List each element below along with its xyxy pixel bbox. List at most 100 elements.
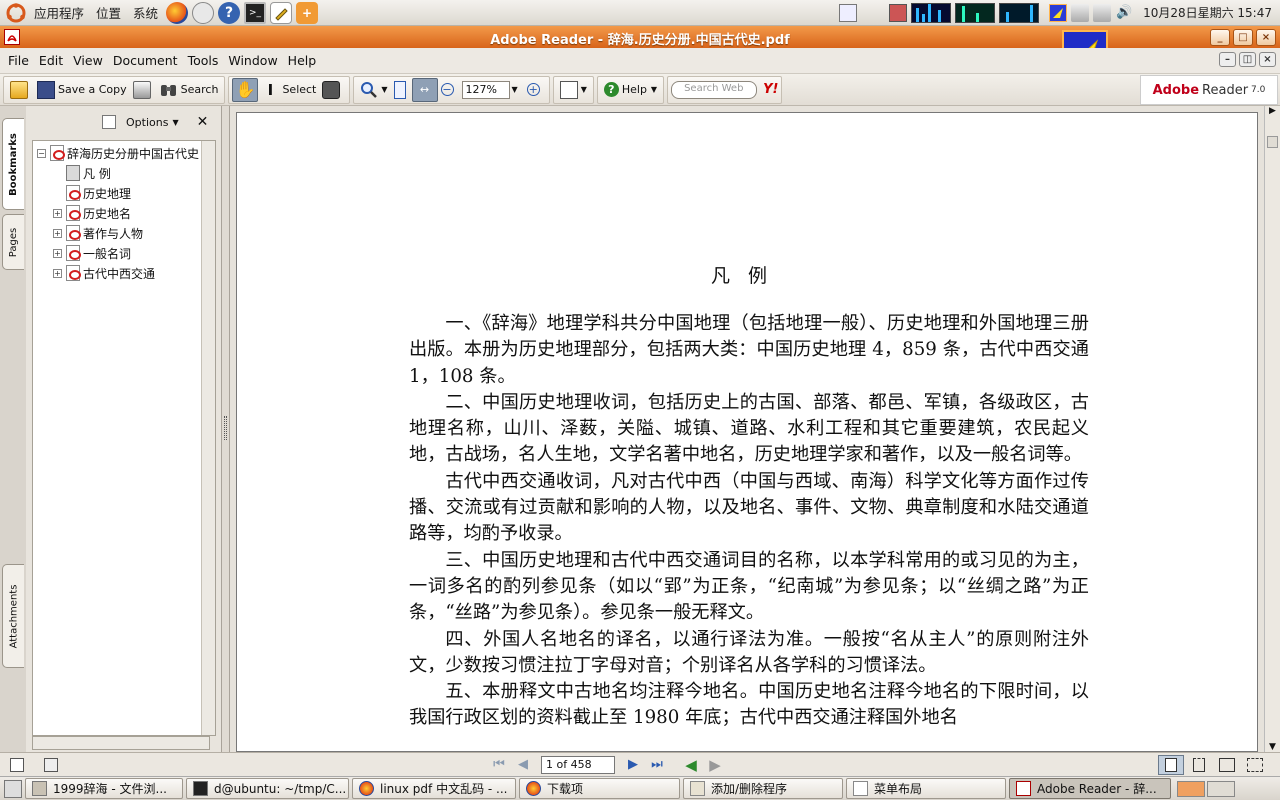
menu-edit[interactable]: Edit bbox=[34, 48, 68, 74]
scroll-down-arrow-icon[interactable]: ▼ bbox=[1265, 742, 1280, 752]
acrobat-tray-icon[interactable] bbox=[1049, 3, 1068, 22]
printer-queue-icon[interactable] bbox=[1093, 3, 1112, 22]
bookmark-item-fanli[interactable]: 凡 例 bbox=[66, 163, 111, 183]
first-page-button[interactable]: ⏮ bbox=[489, 756, 509, 774]
workspace-2-switcher[interactable] bbox=[1207, 780, 1235, 797]
camera-icon bbox=[322, 80, 341, 99]
expand-expander-icon[interactable]: + bbox=[53, 228, 62, 238]
yahoo-search-button[interactable]: Y! bbox=[763, 82, 778, 97]
applications-menu[interactable]: 应用程序 bbox=[28, 0, 90, 26]
bookmark-options-icon[interactable] bbox=[102, 115, 116, 129]
tab-pages-label: Pages bbox=[8, 227, 20, 257]
places-menu[interactable]: 位置 bbox=[90, 0, 127, 26]
workspace-icon[interactable] bbox=[839, 3, 858, 22]
fit-page-button[interactable] bbox=[391, 78, 412, 102]
menu-document[interactable]: Document bbox=[108, 48, 183, 74]
taskbar-item-downloads[interactable]: 下载项 bbox=[519, 778, 680, 799]
doc-close-button[interactable]: × bbox=[1259, 52, 1276, 67]
scroll-up-arrow-icon[interactable]: ▶ bbox=[1265, 106, 1280, 122]
bookmark-root[interactable]: − 辞海历史分册中国古代史 bbox=[37, 143, 199, 163]
select-tool-button[interactable]: I Select bbox=[258, 78, 319, 102]
menu-window[interactable]: Window bbox=[223, 48, 282, 74]
help-launcher-icon[interactable]: ? bbox=[218, 1, 241, 24]
menu-help[interactable]: Help bbox=[283, 48, 322, 74]
next-view-button[interactable]: ▶ bbox=[705, 756, 725, 774]
bookmark-item-yibanmingci[interactable]: + 一般名词 bbox=[53, 243, 131, 263]
fit-width-icon: ↔ bbox=[419, 83, 430, 96]
snapshot-tool-button[interactable] bbox=[319, 78, 346, 102]
hand-tool-button[interactable]: ✋ bbox=[232, 77, 259, 102]
continuous-facing-view-button[interactable] bbox=[1242, 755, 1268, 775]
continuous-page-icon bbox=[1193, 757, 1205, 772]
document-vertical-scrollbar[interactable]: ▶ ▼ bbox=[1264, 106, 1280, 752]
previous-view-button[interactable]: ◀ bbox=[681, 756, 701, 774]
zoom-in-button[interactable]: + bbox=[518, 78, 546, 102]
ubuntu-logo-icon[interactable] bbox=[4, 1, 28, 25]
taskbar-item-menu-layout[interactable]: 菜单布局 bbox=[846, 778, 1006, 799]
system-menu[interactable]: 系统 bbox=[127, 0, 164, 26]
single-page-view-button[interactable] bbox=[1158, 754, 1184, 775]
last-page-button[interactable]: ⏭ bbox=[647, 756, 667, 774]
doc-minimize-button[interactable]: – bbox=[1219, 52, 1236, 67]
bookmark-item-lishidiming[interactable]: + 历史地名 bbox=[53, 203, 131, 223]
taskbar-item-firefox[interactable]: linux pdf 中文乱码 - ... bbox=[352, 778, 516, 799]
collapse-expander-icon[interactable]: − bbox=[37, 148, 46, 158]
close-panel-icon[interactable]: ✕ bbox=[197, 114, 209, 130]
document-icon[interactable] bbox=[44, 757, 58, 772]
previous-page-button[interactable]: ◀ bbox=[513, 756, 533, 774]
mail-launcher-icon[interactable] bbox=[192, 1, 215, 24]
page-number-field[interactable]: 1 of 458 bbox=[541, 755, 615, 774]
expand-expander-icon[interactable]: + bbox=[53, 268, 62, 278]
terminal-icon bbox=[193, 781, 208, 796]
menu-file[interactable]: File bbox=[3, 48, 34, 74]
bookmark-item-jiaotong[interactable]: + 古代中西交通 bbox=[53, 263, 155, 283]
fit-width-button[interactable]: ↔ bbox=[411, 77, 438, 102]
search-button[interactable]: Search bbox=[157, 78, 222, 102]
taskbar-item-file-browser[interactable]: 1999辞海 - 文件浏... bbox=[25, 778, 183, 799]
taskbar-item-terminal[interactable]: d@ubuntu: ~/tmp/C... bbox=[186, 778, 349, 799]
bookmark-item-zhuzuo[interactable]: + 著作与人物 bbox=[53, 223, 143, 243]
rotate-view-button[interactable]: ▼ bbox=[557, 78, 590, 102]
text-editor-launcher-icon[interactable] bbox=[270, 1, 293, 24]
save-copy-button[interactable]: Save a Copy bbox=[34, 78, 130, 102]
volume-icon[interactable]: 🔊 bbox=[1115, 4, 1133, 22]
bookmarks-horizontal-scrollbar[interactable] bbox=[32, 736, 210, 750]
search-web-input[interactable]: Search Web bbox=[671, 80, 758, 99]
update-launcher-icon[interactable]: + bbox=[296, 1, 319, 24]
workspace-1-switcher[interactable] bbox=[1177, 780, 1205, 797]
continuous-view-button[interactable] bbox=[1186, 755, 1212, 775]
acrobat-icon bbox=[1016, 781, 1031, 796]
printer-icon[interactable] bbox=[1071, 3, 1090, 22]
taskbar-item-add-remove[interactable]: 添加/删除程序 bbox=[683, 778, 843, 799]
menu-tools[interactable]: Tools bbox=[183, 48, 224, 74]
tab-pages[interactable]: Pages bbox=[2, 214, 24, 270]
screenshot-tray-icon[interactable] bbox=[889, 3, 908, 22]
facing-view-button[interactable] bbox=[1214, 755, 1240, 775]
doc-restore-button[interactable]: ◫ bbox=[1239, 52, 1256, 67]
open-button[interactable] bbox=[7, 78, 34, 102]
menu-view[interactable]: View bbox=[68, 48, 108, 74]
tab-attachments[interactable]: Attachments bbox=[2, 564, 24, 668]
bookmark-item-lishidili[interactable]: 历史地理 bbox=[66, 183, 131, 203]
firefox-launcher-icon[interactable] bbox=[166, 1, 189, 24]
tab-bookmarks[interactable]: Bookmarks bbox=[2, 118, 24, 210]
bookmarks-vertical-scrollbar[interactable] bbox=[201, 141, 215, 735]
taskbar-item-adobe-reader[interactable]: Adobe Reader - 辞... bbox=[1009, 778, 1171, 799]
help-button[interactable]: ? Help ▼ bbox=[601, 78, 660, 102]
zoom-toolbar-group: ▼ ↔ − 127% ▼ + bbox=[353, 75, 550, 104]
expand-expander-icon[interactable]: + bbox=[53, 208, 62, 218]
zoom-level-field[interactable]: 127% bbox=[461, 80, 510, 99]
chevron-down-icon[interactable]: ▼ bbox=[172, 118, 178, 127]
expand-expander-icon[interactable]: + bbox=[53, 248, 62, 258]
scroll-thumb[interactable] bbox=[1267, 136, 1278, 148]
options-menu-button[interactable]: Options bbox=[126, 116, 168, 129]
panel-clock[interactable]: 10月28日星期六 15:47 bbox=[1135, 4, 1280, 21]
zoom-tool-button[interactable]: ▼ bbox=[357, 78, 390, 102]
zoom-out-button[interactable]: − bbox=[438, 78, 460, 102]
print-button[interactable] bbox=[130, 78, 157, 102]
panel-splitter[interactable] bbox=[222, 106, 230, 752]
terminal-launcher-icon[interactable]: >_ bbox=[244, 1, 267, 24]
page-size-icon[interactable] bbox=[10, 757, 24, 772]
show-desktop-icon[interactable] bbox=[4, 779, 22, 798]
next-page-button[interactable]: ▶ bbox=[623, 756, 643, 774]
